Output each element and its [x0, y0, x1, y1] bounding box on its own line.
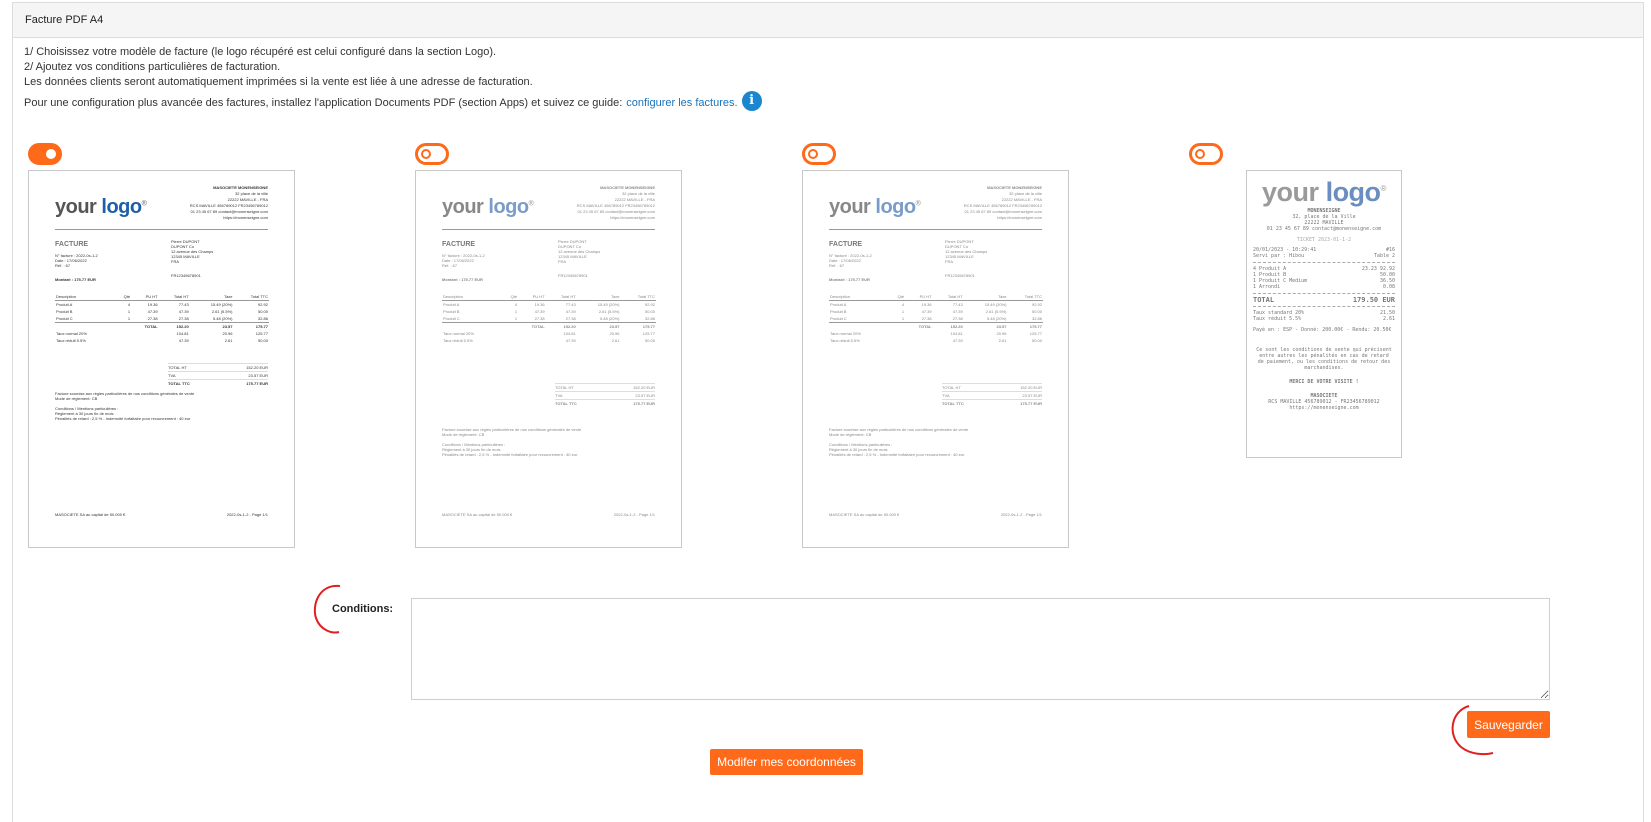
template-4-toggle[interactable] — [1189, 143, 1223, 165]
invoice-client: Pierre DUPONT DUPONT Co 12 avenue des Cham… — [945, 239, 988, 264]
invoice-amount: Montant : 175.77 EUR — [55, 277, 96, 282]
configure-invoices-link[interactable]: configurer les factures. — [626, 96, 737, 111]
template-1 — [28, 143, 62, 165]
toggle-knob — [421, 149, 431, 159]
guide-text: Pour une configuration plus avancée des … — [24, 97, 623, 109]
invoice-company: MASOCIETE MONENSEIGNE 32 place de la vill… — [576, 185, 655, 220]
info-icon[interactable]: i — [741, 90, 762, 111]
save-button[interactable]: Sauvegarder — [1467, 711, 1550, 738]
invoice-totals: TOTAL HT 152.20 EUR TVA 23.57 EUR TOTAL TTC 1… — [942, 383, 1042, 406]
invoice-footer: MASOCIETE SA au capital de 50.000 €2022-… — [55, 512, 268, 517]
template-3-toggle[interactable] — [802, 143, 836, 165]
template-3 — [802, 143, 836, 165]
invoice-meta: N° facture : 2022-0s-1-2 Date : 17/06/202… — [55, 253, 98, 268]
ticket-served-row: Servi par : Hibou Table 2 — [1253, 253, 1395, 259]
invoice-notes: Facture soumise aux règles particulières… — [829, 427, 969, 457]
invoice-client: Pierre DUPONT DUPONT Co 12 avenue des Cham… — [171, 239, 214, 264]
toggle-knob — [808, 149, 818, 159]
invoice-amount: Montant : 175.77 EUR — [829, 277, 870, 282]
invoice-footer: MASOCIETE SA au capital de 50.000 €2022-… — [829, 512, 1042, 517]
ticket-total: TOTAL 179.50 EUR — [1253, 296, 1395, 304]
invoice-meta: N° facture : 2022-0s-1-2 Date : 17/06/202… — [829, 253, 872, 268]
invoice-vat-number: FR12345678901 — [945, 273, 975, 278]
conditions-label: Conditions: — [332, 603, 394, 615]
invoice-table: Description Qté PU HT Total HT Taxe Total TTC… — [442, 293, 656, 343]
invoice-footer: MASOCIETE SA au capital de 50.000 €2022-… — [442, 512, 655, 517]
intro-text: 1/ Choisissez votre modèle de facture (l… — [24, 45, 762, 111]
invoice-totals: TOTAL HT 152.20 EUR TVA 23.57 EUR TOTAL TTC 1… — [555, 383, 655, 406]
invoice-notes: Facture soumise aux règles particulières… — [55, 391, 195, 421]
ticket-header: MONENSEIGNE 32, place de la Ville 22222 … — [1266, 208, 1382, 243]
ticket-line: 1 Arrondi 0.08 — [1253, 284, 1395, 290]
invoice-preview-1[interactable]: your logo® MASOCIETE MONENSEIGNE 32 place … — [28, 170, 295, 548]
panel-header: Facture PDF A4 — [13, 3, 1643, 38]
invoice-logo: your logo® — [55, 196, 147, 218]
template-2 — [415, 143, 449, 165]
ticket-thanks: MERCI DE VOTRE VISITE ! — [1289, 379, 1359, 385]
intro-line-3: Les données clients seront automatiqueme… — [24, 76, 533, 88]
invoice-amount: Montant : 175.77 EUR — [442, 277, 483, 282]
invoice-logo: your logo® — [829, 196, 921, 218]
intro-line-1: 1/ Choisissez votre modèle de facture (l… — [24, 46, 497, 58]
invoice-preview-3[interactable]: your logo® MASOCIETE MONENSEIGNE 32 place … — [802, 170, 1069, 548]
invoice-meta: N° facture : 2022-0s-1-2 Date : 17/06/202… — [442, 253, 485, 268]
edit-coordinates-button[interactable]: Modifer mes coordonnées — [710, 749, 863, 775]
ticket-footer: MASOCIETE RCS MAVILLE 456789012 - FR2345… — [1268, 393, 1380, 411]
ticket-lines: 4 Produit A 23.23 92.92 1 Produit B 50.00 1 … — [1247, 266, 1401, 290]
invoice-logo: your logo® — [442, 196, 534, 218]
invoice-title: FACTURE — [442, 241, 476, 248]
invoice-company: MASOCIETE MONENSEIGNE 32 place de la vill… — [963, 185, 1042, 220]
invoice-vat-number: FR12345678901 — [558, 273, 588, 278]
invoice-vat-number: FR12345678901 — [171, 273, 201, 278]
toggle-knob — [46, 149, 56, 159]
ticket-preview[interactable]: your logo® MONENSEIGNE 32, place de la V… — [1246, 170, 1402, 458]
template-1-toggle[interactable] — [28, 143, 62, 165]
invoice-preview-2[interactable]: your logo® MASOCIETE MONENSEIGNE 32 place … — [415, 170, 682, 548]
invoice-company: MASOCIETE MONENSEIGNE 32 place de la vill… — [189, 185, 268, 220]
toggle-knob — [1195, 149, 1205, 159]
ticket-payment: Payé en : ESP - Donné: 200.00€ - Rendu: … — [1253, 327, 1392, 333]
invoice-title: FACTURE — [829, 241, 863, 248]
template-4 — [1189, 143, 1223, 165]
invoice-notes: Facture soumise aux règles particulières… — [442, 427, 582, 457]
intro-line-2: 2/ Ajoutez vos conditions particulières … — [24, 61, 281, 73]
ticket-logo: your logo® — [1262, 177, 1386, 207]
invoice-table: Description Qté PU HT Total HT Taxe Total TTC… — [829, 293, 1043, 343]
invoice-title: FACTURE — [55, 241, 89, 248]
ticket-conditions: Ce sont les conditions de vente qui préc… — [1256, 347, 1392, 371]
ticket-tax-2: Taux réduit 5.5% 2.61 — [1253, 316, 1395, 322]
conditions-textarea[interactable] — [411, 598, 1550, 700]
panel-title: Facture PDF A4 — [25, 14, 104, 26]
invoice-totals: TOTAL HT 152.20 EUR TVA 23.57 EUR TOTAL TTC 1… — [168, 363, 268, 386]
invoice-table: Description Qté PU HT Total HT Taxe Total TTC… — [55, 293, 269, 343]
template-2-toggle[interactable] — [415, 143, 449, 165]
guide-line: Pour une configuration plus avancée des … — [24, 90, 762, 111]
invoice-client: Pierre DUPONT DUPONT Co 12 avenue des Cham… — [558, 239, 601, 264]
